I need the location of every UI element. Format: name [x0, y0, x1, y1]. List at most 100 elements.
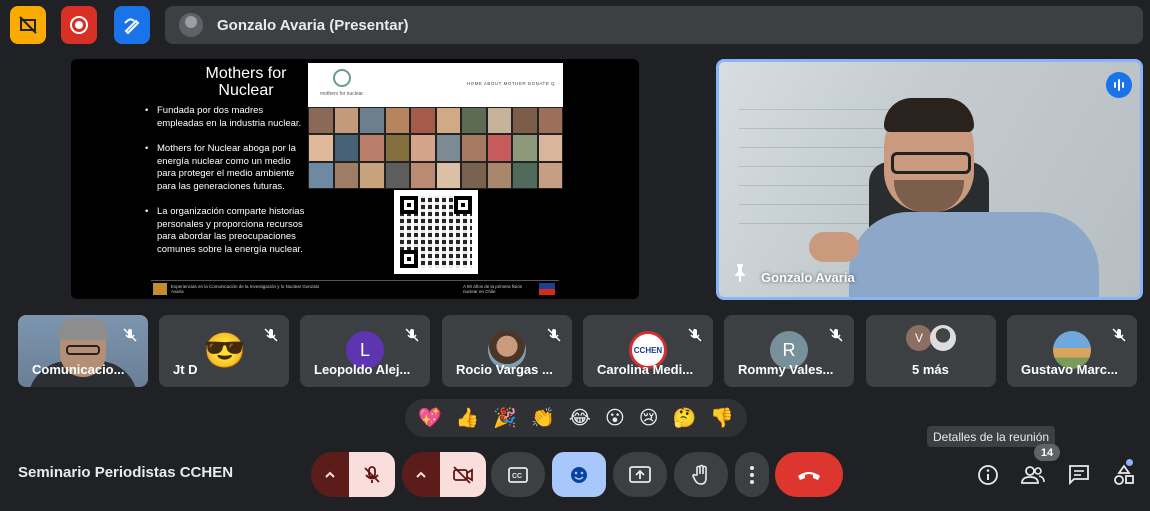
speaker-body	[849, 212, 1099, 297]
reaction-thumbs-down[interactable]: 👎	[710, 408, 734, 428]
chevron-up-icon	[325, 471, 335, 478]
presenter-bar[interactable]: Gonzalo Avaria (Presentar)	[165, 6, 1143, 44]
participant-tile[interactable]: CCHEN Carolina Medi...	[583, 315, 713, 387]
mic-off-icon	[404, 327, 420, 348]
emoji-avatar: 😎	[203, 332, 247, 370]
svg-text:CC: CC	[512, 473, 522, 480]
meeting-details-tooltip: Detalles de la reunión	[927, 426, 1056, 447]
participant-tile[interactable]: Comunicacio...	[18, 315, 148, 387]
slide-bullet: La organización comparte historias perso…	[143, 206, 309, 256]
participant-name: Rommy Vales...	[738, 362, 834, 377]
participant-tile[interactable]: L Leopoldo Alej...	[300, 315, 430, 387]
recording-button[interactable]	[61, 6, 97, 44]
slide-title: Mothers for Nuclear	[166, 65, 326, 99]
camera-toggle-button[interactable]	[440, 452, 486, 497]
participant-name: Rocio Vargas ...	[456, 362, 553, 377]
reactions-button[interactable]	[552, 452, 606, 497]
no-screen-icon	[19, 16, 37, 34]
participant-name: Leopoldo Alej...	[314, 362, 411, 377]
reaction-thumbs-up[interactable]: 👍	[456, 408, 480, 428]
speaker-glasses	[891, 152, 971, 174]
raise-hand-button[interactable]	[674, 452, 728, 497]
reaction-sad[interactable]: 😢	[639, 408, 659, 428]
avatar	[179, 13, 203, 37]
activity-indicator-dot	[1126, 459, 1133, 466]
speaker-name: Gonzalo Avaria	[761, 270, 855, 285]
mic-off-icon	[1111, 327, 1127, 348]
present-icon	[629, 465, 651, 483]
captions-button[interactable]: CC	[491, 452, 545, 497]
participant-tile[interactable]: Gustavo Marc...	[1007, 315, 1137, 387]
more-participants-tile[interactable]: V 5 más	[866, 315, 996, 387]
people-button[interactable]	[1020, 462, 1046, 488]
chile-flag	[539, 283, 555, 295]
qr-code	[394, 190, 478, 274]
reactions-bar: 💖 👍 🎉 👏 😂 😮 😢 🤔 👎	[405, 399, 747, 437]
mic-off-icon	[364, 465, 380, 483]
more-options-button[interactable]	[735, 452, 769, 497]
video-options-button[interactable]	[402, 452, 440, 497]
participant-name: Comunicacio...	[32, 362, 125, 377]
participant-name: Jt D	[173, 362, 198, 377]
slide-bullets: Fundada por dos madres empleadas en la i…	[143, 105, 309, 269]
camera-off-icon	[453, 465, 473, 484]
slide-title-line1: Mothers for	[205, 65, 287, 82]
photo-collage	[308, 107, 563, 189]
pen-icon	[124, 18, 140, 35]
hand-icon	[692, 464, 707, 485]
slide-bullet: Fundada por dos madres empleadas en la i…	[143, 105, 309, 130]
mic-off-icon	[263, 327, 279, 348]
participant-tile[interactable]: 😎 Jt D	[159, 315, 289, 387]
hide-self-view-button[interactable]	[10, 6, 46, 44]
mic-off-icon	[122, 327, 138, 348]
participant-tile[interactable]: R Rommy Vales...	[724, 315, 854, 387]
slide-title-line2: Nuclear	[218, 82, 274, 99]
chevron-up-icon	[416, 471, 426, 478]
activities-button[interactable]	[1111, 462, 1137, 488]
more-vert-icon	[750, 465, 754, 484]
speaker-tile[interactable]: Gonzalo Avaria	[716, 59, 1143, 300]
mic-off-icon	[828, 327, 844, 348]
reaction-clap[interactable]: 👏	[531, 408, 555, 428]
chat-button[interactable]	[1066, 462, 1092, 488]
website-screenshot: mothers for nuclear HOME ABOUT MOTHER DO…	[308, 63, 563, 189]
phone-hangup-icon	[798, 471, 820, 480]
reaction-surprised[interactable]: 😮	[605, 408, 625, 428]
speaker-hair	[884, 98, 974, 132]
reaction-party[interactable]: 🎉	[493, 408, 517, 428]
people-icon	[1021, 466, 1045, 484]
website-logo-text: mothers for nuclear	[320, 91, 364, 97]
shared-screen[interactable]: Mothers for Nuclear Fundada por dos madr…	[71, 59, 639, 299]
website-logo: mothers for nuclear	[320, 69, 364, 103]
website-nav: HOME ABOUT MOTHER DONATE Q	[466, 81, 555, 86]
reaction-thinking[interactable]: 🤔	[673, 408, 697, 428]
meeting-details-button[interactable]	[975, 462, 1001, 488]
smiley-icon	[571, 466, 587, 483]
speaking-indicator	[1106, 72, 1132, 98]
microphone-toggle-button[interactable]	[349, 452, 395, 497]
photo-avatar	[930, 325, 956, 351]
captions-icon: CC	[508, 466, 528, 483]
present-screen-button[interactable]	[613, 452, 667, 497]
audio-bars-icon	[1114, 79, 1124, 91]
audio-options-button[interactable]	[311, 452, 349, 497]
footer-left-text: Experiencias en la Comunicación de la In…	[171, 284, 320, 294]
participant-name: Gustavo Marc...	[1021, 362, 1118, 377]
leave-call-button[interactable]	[775, 452, 843, 497]
pin-icon[interactable]	[729, 261, 751, 288]
presenter-label: Gonzalo Avaria (Presentar)	[217, 16, 409, 34]
participant-count-badge: 14	[1034, 444, 1060, 461]
participant-name: Carolina Medi...	[597, 362, 694, 377]
avatar: V	[906, 325, 932, 351]
more-participants-label: 5 más	[912, 362, 949, 377]
shapes-icon	[1114, 464, 1134, 485]
mic-off-icon	[687, 327, 703, 348]
participant-tile[interactable]: Rocio Vargas ...	[442, 315, 572, 387]
institution-seal	[153, 283, 167, 295]
record-icon	[70, 16, 88, 34]
chat-icon	[1069, 465, 1089, 486]
footer-right-text: A 50 años de la primera fisión nuclear e…	[463, 284, 523, 294]
reaction-heart[interactable]: 💖	[418, 408, 442, 428]
reaction-laugh[interactable]: 😂	[569, 408, 591, 428]
annotate-button[interactable]	[114, 6, 150, 44]
